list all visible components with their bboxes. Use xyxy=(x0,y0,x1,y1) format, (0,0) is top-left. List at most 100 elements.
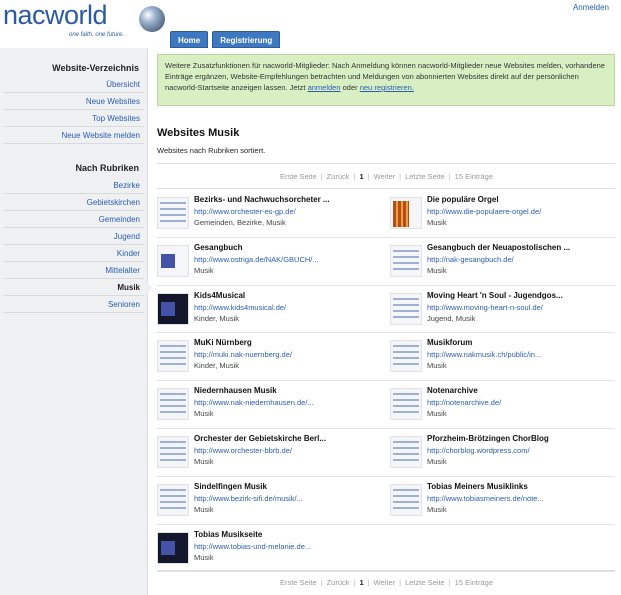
list-item[interactable]: Sindelfingen Musik http://www.bezirk-sifi… xyxy=(157,481,387,528)
list-item[interactable]: Orchester der Gebietskirche Berl... http:… xyxy=(157,433,387,480)
notice-register-link[interactable]: neu registrieren. xyxy=(360,83,414,92)
website-thumbnail[interactable] xyxy=(390,197,422,229)
website-url[interactable]: http://nak-gesangbuch.de/ xyxy=(427,255,514,264)
website-url[interactable]: http://www.orchester-es-gp.de/ xyxy=(194,207,296,216)
website-thumbnail[interactable] xyxy=(157,340,189,373)
website-url[interactable]: http://www.nak-niedernhausen.de/... xyxy=(194,398,314,407)
website-title[interactable]: Tobias Musikseite xyxy=(194,530,262,539)
list-item[interactable]: Bezirks- und Nachwuchsorcheter ... http:/… xyxy=(157,194,387,241)
website-title[interactable]: Bezirks- und Nachwuchsorcheter ... xyxy=(194,195,330,204)
website-tags: Musik xyxy=(427,409,447,419)
sidebar-item-new-websites[interactable]: Neue Websites xyxy=(4,93,144,110)
sidebar-item-musik[interactable]: Musik xyxy=(4,279,152,296)
page-subtitle: Websites nach Rubriken sortiert. xyxy=(157,146,266,155)
website-title[interactable]: MuKi Nürnberg xyxy=(194,338,252,347)
list-item[interactable]: Die populäre Orgel http://www.die-populae… xyxy=(390,194,620,241)
website-thumbnail[interactable] xyxy=(390,244,422,277)
website-thumbnail[interactable] xyxy=(157,436,189,468)
divider xyxy=(157,284,615,286)
website-url[interactable]: http://www.tobiasmeiners.de/note... xyxy=(427,494,544,503)
nacworld-logo[interactable]: nacworld one faith. one future. xyxy=(3,0,165,41)
website-thumbnail[interactable] xyxy=(157,197,189,229)
list-item[interactable]: Tobias Musikseite http://www.tobias-und-m… xyxy=(157,529,387,576)
list-item[interactable]: Moving Heart 'n Soul - Jugendgos... http:… xyxy=(390,290,620,337)
website-thumbnail[interactable] xyxy=(390,483,422,516)
website-title[interactable]: Orchester der Gebietskirche Berl... xyxy=(194,434,326,443)
website-thumbnail[interactable] xyxy=(390,436,422,468)
sidebar-item-top-websites[interactable]: Top Websites xyxy=(4,110,144,127)
list-item[interactable]: Tobias Meiners Musiklinks http://www.tobi… xyxy=(390,481,620,528)
website-title[interactable]: Die populäre Orgel xyxy=(427,195,499,204)
website-title[interactable]: Sindelfingen Musik xyxy=(194,482,267,491)
website-tags: Musik xyxy=(194,552,214,562)
pager-first[interactable]: Erste Seite xyxy=(280,578,317,587)
website-tags: Musik xyxy=(427,265,447,275)
pager-next[interactable]: Weiter xyxy=(374,578,396,587)
list-item[interactable]: MuKi Nürnberg http://muki.nak-nuernberg.d… xyxy=(157,337,387,384)
sidebar-item-mittelalter[interactable]: Mittelalter xyxy=(4,262,144,279)
login-link[interactable]: Anmelden xyxy=(573,3,609,12)
list-item[interactable]: Pforzheim-Brötzingen ChorBlog http://chor… xyxy=(390,433,620,480)
pager-prev[interactable]: Zurück xyxy=(327,578,350,587)
pager-first[interactable]: Erste Seite xyxy=(280,172,317,181)
website-title[interactable]: Musikforum xyxy=(427,338,472,347)
website-url[interactable]: http://muki.nak-nuernberg.de/ xyxy=(194,350,292,359)
website-thumbnail[interactable] xyxy=(157,483,189,516)
pager-prev[interactable]: Zurück xyxy=(327,172,350,181)
list-item[interactable]: Niedernhausen Musik http://www.nak-nieder… xyxy=(157,385,387,432)
notice-text-middle: oder xyxy=(340,83,360,92)
website-url[interactable]: http://www.orchester-bbrb.de/ xyxy=(194,446,292,455)
website-title[interactable]: Notenarchive xyxy=(427,386,478,395)
sidebar-item-jugend[interactable]: Jugend xyxy=(4,228,144,245)
website-title[interactable]: Tobias Meiners Musiklinks xyxy=(427,482,528,491)
divider xyxy=(157,571,615,573)
website-thumbnail[interactable] xyxy=(390,340,422,373)
website-title[interactable]: Moving Heart 'n Soul - Jugendgos... xyxy=(427,291,563,300)
website-title[interactable]: Niedernhausen Musik xyxy=(194,386,277,395)
list-item[interactable]: Notenarchive http://notenarchive.de/Musik xyxy=(390,385,620,432)
divider xyxy=(157,570,615,571)
website-tags: Musik xyxy=(427,361,447,371)
nav-tab-home[interactable]: Home xyxy=(170,31,209,48)
website-url[interactable]: http://www.moving-heart-n-soul.de/ xyxy=(427,303,543,312)
website-thumbnail[interactable] xyxy=(157,388,189,421)
sidebar-item-report-website[interactable]: Neue Website melden xyxy=(4,127,144,144)
list-item[interactable]: Kids4Musical http://www.kids4musical.de/K… xyxy=(157,290,387,337)
sidebar-item-overview[interactable]: Übersicht xyxy=(4,76,144,93)
website-url[interactable]: http://chorblog.wordpress.com/ xyxy=(427,446,530,455)
website-thumbnail[interactable] xyxy=(157,244,189,277)
notice-login-link[interactable]: anmelden xyxy=(308,83,341,92)
website-title[interactable]: Pforzheim-Brötzingen ChorBlog xyxy=(427,434,549,443)
sidebar-item-gebietskirchen[interactable]: Gebietskirchen xyxy=(4,194,144,211)
divider xyxy=(157,163,615,164)
sidebar-item-senioren[interactable]: Senioren xyxy=(4,296,144,313)
website-url[interactable]: http://www.bezirk-sifi.de/musik/... xyxy=(194,494,303,503)
pager-last[interactable]: Letzte Seite xyxy=(405,578,445,587)
website-tags: Musik xyxy=(194,504,214,514)
website-title[interactable]: Kids4Musical xyxy=(194,291,245,300)
sidebar-item-gemeinden[interactable]: Gemeinden xyxy=(4,211,144,228)
sidebar-item-bezirke[interactable]: Bezirke xyxy=(4,177,144,194)
list-item[interactable]: Gesangbuch der Neuapostolischen ... http:… xyxy=(390,242,620,289)
list-item[interactable]: Musikforum http://www.nakmusik.ch/public/… xyxy=(390,337,620,384)
globe-icon xyxy=(139,6,165,32)
website-thumbnail[interactable] xyxy=(157,292,189,325)
website-url[interactable]: http://www.nakmusik.ch/public/in... xyxy=(427,350,541,359)
website-thumbnail[interactable] xyxy=(157,531,189,564)
pager-last[interactable]: Letzte Seite xyxy=(405,172,445,181)
nav-tab-registration[interactable]: Registrierung xyxy=(212,31,281,48)
list-item[interactable]: Gesangbuch http://www.ostriga.de/NAK/GBUC… xyxy=(157,242,387,289)
website-url[interactable]: http://notenarchive.de/ xyxy=(427,398,501,407)
website-url[interactable]: http://www.die-populaere-orgel.de/ xyxy=(427,207,541,216)
website-thumbnail[interactable] xyxy=(390,292,422,325)
website-title[interactable]: Gesangbuch xyxy=(194,243,242,252)
website-url[interactable]: http://www.kids4musical.de/ xyxy=(194,303,286,312)
website-title[interactable]: Gesangbuch der Neuapostolischen ... xyxy=(427,243,570,252)
divider xyxy=(157,236,615,238)
sidebar-item-kinder[interactable]: Kinder xyxy=(4,245,144,262)
website-url[interactable]: http://www.tobias-und-melanie.de... xyxy=(194,542,311,551)
website-url[interactable]: http://www.ostriga.de/NAK/GBUCH/... xyxy=(194,255,319,264)
pager-next[interactable]: Weiter xyxy=(374,172,396,181)
page-title: Websites Musik xyxy=(157,127,240,139)
website-thumbnail[interactable] xyxy=(390,388,422,421)
